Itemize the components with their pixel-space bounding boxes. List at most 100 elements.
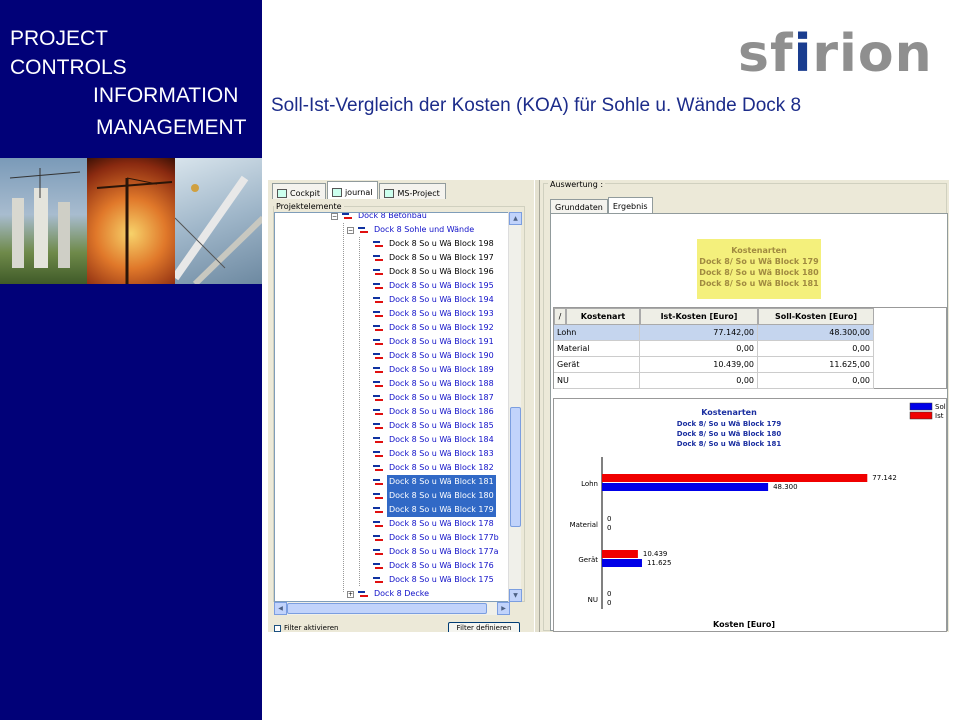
tree-item[interactable]: Dock 8 So u Wä Block 180: [373, 489, 496, 503]
tree-node-icon: [373, 282, 384, 291]
tree-horizontal-scrollbar[interactable]: ◀ ▶: [274, 602, 510, 615]
tree-item[interactable]: Dock 8 So u Wä Block 182: [373, 461, 496, 475]
tab-cockpit[interactable]: Cockpit: [272, 183, 326, 199]
tree-item[interactable]: Dock 8 So u Wä Block 181: [373, 475, 496, 489]
table-cell-kostenart[interactable]: NU: [554, 373, 640, 389]
tree-item[interactable]: Dock 8 So u Wä Block 186: [373, 405, 496, 419]
column-header-ist[interactable]: Ist-Kosten [Euro]: [640, 308, 758, 325]
horizontal-scroll-thumb[interactable]: [287, 603, 487, 614]
tree-item[interactable]: Dock 8 So u Wä Block 179: [373, 503, 496, 517]
filter-define-button[interactable]: Filter definieren: [448, 622, 520, 632]
tree-item[interactable]: − Dock 8 Sohle und Wände: [347, 223, 476, 237]
cost-chart-svg: Kostenarten Dock 8/ So u Wä Block 179 Dock…: [570, 402, 948, 629]
tab-ms-project[interactable]: MS-Project: [379, 183, 446, 199]
data-label: 0: [607, 524, 611, 532]
left-panel: Cockpit journal MS-Project Projektelemen…: [268, 180, 530, 632]
tree-item-label: Dock 8 Betonbau: [358, 212, 427, 220]
tree-node-icon: [373, 422, 384, 431]
tree-item[interactable]: Dock 8 So u Wä Block 178: [373, 517, 496, 531]
tree-item[interactable]: Dock 8 So u Wä Block 190: [373, 349, 496, 363]
page-title: Soll-Ist-Vergleich der Kosten (KOA) für …: [271, 95, 802, 116]
table-cell-kostenart[interactable]: Material: [554, 341, 640, 357]
table-cell-ist[interactable]: 0,00: [640, 341, 758, 357]
tree-item[interactable]: Dock 8 So u Wä Block 193: [373, 307, 496, 321]
tree-node-icon: [358, 590, 369, 599]
projektelemente-label: Projektelemente: [276, 202, 342, 211]
table-cell-ist[interactable]: 10.439,00: [640, 357, 758, 373]
bar-ist: [602, 550, 638, 558]
expand-icon[interactable]: +: [347, 590, 354, 598]
splitter[interactable]: [534, 180, 540, 632]
filter-checkbox[interactable]: [274, 624, 281, 632]
tree-item[interactable]: Dock 8 So u Wä Block 191: [373, 335, 496, 349]
tree-item[interactable]: Dock 8 So u Wä Block 189: [373, 363, 496, 377]
tree-item[interactable]: − Dock 8 Betonbau: [331, 212, 429, 223]
tree-item[interactable]: Dock 8 So u Wä Block 195: [373, 279, 496, 293]
tree-item[interactable]: Dock 8 So u Wä Block 175: [373, 573, 496, 587]
project-tree[interactable]: − Dock 8 Betonbau − Dock 8 Sohle und Wände D…: [274, 212, 510, 602]
tree-item[interactable]: Dock 8 So u Wä Block 185: [373, 419, 496, 433]
tree-node-icon: [373, 324, 384, 333]
tree-item-label: Dock 8 So u Wä Block 184: [389, 435, 494, 444]
collapse-icon[interactable]: −: [331, 213, 338, 220]
tree-item[interactable]: Dock 8 So u Wä Block 183: [373, 447, 496, 461]
table-cell-ist[interactable]: 0,00: [640, 373, 758, 389]
table-cell-soll[interactable]: 11.625,00: [758, 357, 874, 373]
column-header-soll[interactable]: Soll-Kosten [Euro]: [758, 308, 874, 325]
tree-node-icon: [373, 548, 384, 557]
tab-ergebnis[interactable]: Ergebnis: [607, 197, 653, 214]
tab-journal[interactable]: journal: [326, 181, 379, 199]
tree-item[interactable]: Dock 8 So u Wä Block 196: [373, 265, 496, 279]
tree-item-label: Dock 8 So u Wä Block 198: [389, 239, 494, 248]
column-header-kostenart[interactable]: Kostenart: [566, 308, 640, 325]
table-cell-kostenart[interactable]: Lohn: [554, 325, 640, 341]
table-cell-soll[interactable]: 0,00: [758, 373, 874, 389]
photo-towers: [0, 158, 88, 284]
tree-vertical-scrollbar[interactable]: ▲ ▼: [508, 212, 522, 602]
legend-swatch-soll: [909, 402, 933, 411]
left-tabs: Cockpit journal MS-Project: [272, 181, 447, 201]
filter-checkbox-label: Filter aktivieren: [284, 624, 339, 632]
tree-item[interactable]: Dock 8 So u Wä Block 187: [373, 391, 496, 405]
tree-item[interactable]: Dock 8 So u Wä Block 194: [373, 293, 496, 307]
tree-item[interactable]: Dock 8 So u Wä Block 197: [373, 251, 496, 265]
table-cell-ist[interactable]: 77.142,00: [640, 325, 758, 341]
scroll-thumb[interactable]: [510, 407, 521, 527]
data-label: 11.625: [647, 559, 672, 567]
tree-node-icon: [373, 254, 384, 263]
chart-subtitle: Dock 8/ So u Wä Block 181: [677, 440, 782, 448]
table-cell-kostenart[interactable]: Gerät: [554, 357, 640, 373]
chart-icon: [277, 188, 287, 198]
tree-node-icon: [373, 576, 384, 585]
right-tabs: Grunddaten Ergebnis: [550, 197, 653, 214]
tree-item-label: Dock 8 Decke: [374, 589, 430, 598]
tree-item[interactable]: Dock 8 So u Wä Block 188: [373, 377, 496, 391]
collapse-icon[interactable]: −: [347, 226, 354, 234]
legend-label: Ist: [935, 412, 944, 420]
tree-item[interactable]: Dock 8 So u Wä Block 176: [373, 559, 496, 573]
table-cell-soll[interactable]: 0,00: [758, 341, 874, 357]
brand-line-management: MANAGEMENT: [96, 116, 247, 139]
tree-node-icon: [373, 352, 384, 361]
tree-item[interactable]: Dock 8 So u Wä Block 198: [373, 237, 496, 251]
tree-item-label: Dock 8 So u Wä Block 187: [389, 393, 494, 402]
tab-grunddaten[interactable]: Grunddaten: [550, 199, 608, 214]
tree-item-label: Dock 8 So u Wä Block 177a: [389, 547, 499, 556]
tree-node-icon: [373, 492, 384, 501]
scroll-left-icon[interactable]: ◀: [274, 602, 287, 615]
table-cell-soll[interactable]: 48.300,00: [758, 325, 874, 341]
selection-line: Dock 8/ So u Wä Block 179: [699, 257, 819, 266]
tree-node-icon: [373, 338, 384, 347]
tree-item[interactable]: + Dock 8 Decke: [347, 587, 431, 601]
selection-title: Kostenarten: [731, 246, 787, 255]
scroll-right-icon[interactable]: ▶: [497, 602, 510, 615]
tree-item[interactable]: Dock 8 So u Wä Block 184: [373, 433, 496, 447]
scroll-down-icon[interactable]: ▼: [509, 589, 522, 602]
tree-item[interactable]: Dock 8 So u Wä Block 192: [373, 321, 496, 335]
tree-item[interactable]: Dock 8 So u Wä Block 177a: [373, 545, 501, 559]
scroll-up-icon[interactable]: ▲: [509, 212, 522, 225]
selection-line: Dock 8/ So u Wä Block 180: [699, 268, 819, 277]
tree-item[interactable]: Dock 8 So u Wä Block 177b: [373, 531, 501, 545]
photo-crane-sky: [174, 158, 262, 284]
cost-chart: Kostenarten Dock 8/ So u Wä Block 179 Dock…: [553, 398, 948, 632]
